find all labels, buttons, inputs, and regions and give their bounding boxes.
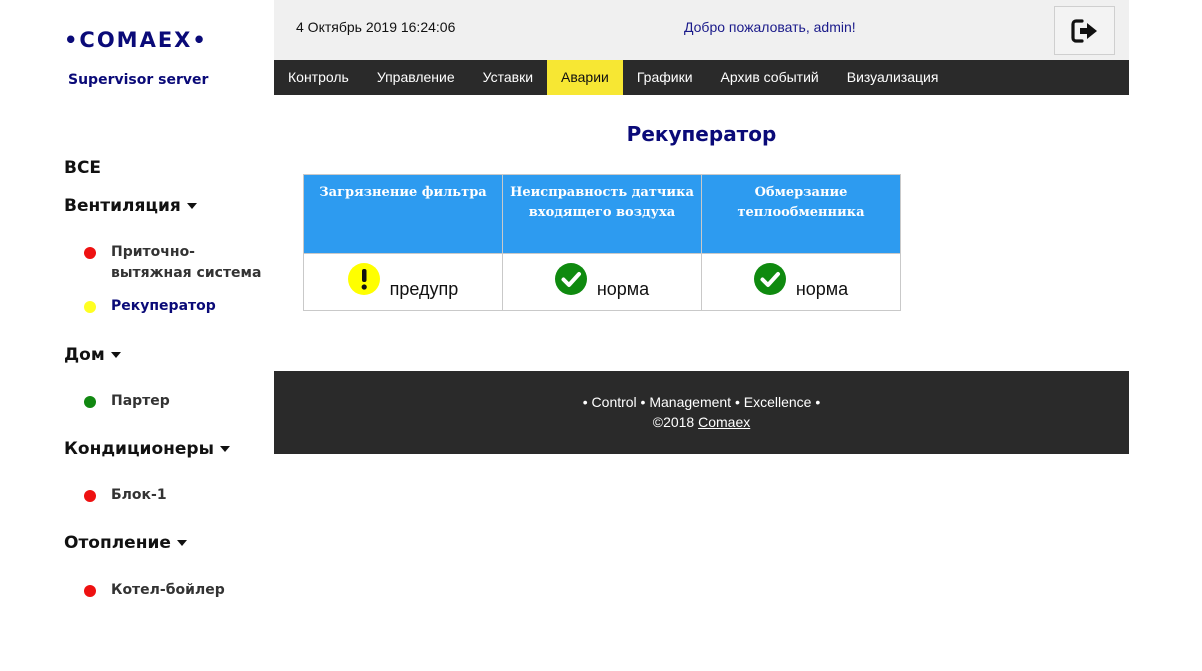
logo: •COMAEX• [64, 28, 208, 52]
nav-setpoints[interactable]: Уставки [469, 60, 547, 95]
welcome-message: Добро пожаловать, admin! [684, 19, 856, 35]
sign-out-icon [1070, 18, 1097, 43]
check-icon [753, 263, 786, 295]
check-icon [554, 263, 587, 295]
status-cell: норма [502, 253, 702, 311]
sidebar-group-conditioners[interactable]: Кондиционеры [64, 439, 230, 459]
nav-management[interactable]: Управление [363, 60, 469, 95]
footer: • Control • Management • Excellence • ©2… [274, 371, 1129, 454]
caret-down-icon [110, 352, 121, 358]
logout-button[interactable] [1054, 6, 1115, 55]
table-header-row: Загрязнение фильтра Неисправность датчик… [303, 174, 901, 254]
status-dot-icon [84, 585, 96, 597]
copyright-text: ©2018 [652, 414, 695, 430]
status-cell: предупр [303, 253, 503, 311]
sidebar-item-label: Партер [111, 393, 170, 409]
sidebar-group-heating[interactable]: Отопление [64, 533, 187, 553]
main-nav: Контроль Управление Уставки Аварии Графи… [274, 60, 1129, 95]
status-dot-icon [84, 490, 96, 502]
sidebar-all[interactable]: ВСЕ [64, 158, 101, 178]
column-header: Обмерзание теплообменника [701, 174, 901, 254]
status-text: предупр [389, 279, 459, 299]
sidebar-item-label: Приточно-вытяжная система [111, 244, 262, 281]
status-cell: норма [701, 253, 901, 311]
sidebar-item-label: Блок-1 [111, 487, 167, 503]
status-text: норма [795, 279, 849, 299]
caret-down-icon [186, 203, 197, 209]
sidebar-group-label: Дом [64, 345, 105, 365]
footer-copyright: ©2018 Comaex [274, 414, 1129, 430]
alarm-table: Загрязнение фильтра Неисправность датчик… [303, 174, 901, 311]
nav-alarms[interactable]: Аварии [547, 60, 623, 95]
status-dot-icon [84, 396, 96, 408]
footer-tagline: • Control • Management • Excellence • [582, 394, 821, 410]
column-header: Загрязнение фильтра [303, 174, 503, 254]
caret-down-icon [219, 446, 230, 452]
server-subtitle: Supervisor server [68, 72, 209, 88]
nav-control[interactable]: Контроль [274, 60, 363, 95]
page-title: Рекуператор [626, 122, 777, 146]
status-dot-icon [84, 247, 96, 259]
warning-icon [347, 263, 380, 295]
sidebar-item-recuperator[interactable]: Рекуператор [84, 296, 264, 317]
sidebar-item-parter[interactable]: Партер [84, 391, 264, 412]
sidebar-group-house[interactable]: Дом [64, 345, 121, 365]
nav-visualization[interactable]: Визуализация [833, 60, 953, 95]
column-header: Неисправность датчика входящего воздуха [502, 174, 702, 254]
sidebar-item-supply-exhaust[interactable]: Приточно-вытяжная система [84, 242, 264, 284]
sidebar-group-label: Вентиляция [64, 196, 181, 216]
sidebar-item-label: Рекуператор [111, 298, 216, 314]
status-text: норма [596, 279, 650, 299]
current-datetime: 4 Октябрь 2019 16:24:06 [296, 19, 456, 35]
sidebar-item-boiler[interactable]: Котел-бойлер [84, 580, 264, 601]
table-row: предупр норма норма [303, 253, 901, 311]
comaex-link[interactable]: Comaex [698, 414, 750, 430]
nav-charts[interactable]: Графики [623, 60, 707, 95]
sidebar-item-block-1[interactable]: Блок-1 [84, 485, 264, 506]
sidebar-group-label: Кондиционеры [64, 439, 214, 459]
nav-event-archive[interactable]: Архив событий [707, 60, 833, 95]
top-header: 4 Октябрь 2019 16:24:06 Добро пожаловать… [274, 0, 1129, 60]
sidebar-group-ventilation[interactable]: Вентиляция [64, 196, 197, 216]
sidebar-item-label: Котел-бойлер [111, 582, 225, 598]
caret-down-icon [176, 540, 187, 546]
status-dot-icon [84, 301, 96, 313]
sidebar-group-label: Отопление [64, 533, 171, 553]
